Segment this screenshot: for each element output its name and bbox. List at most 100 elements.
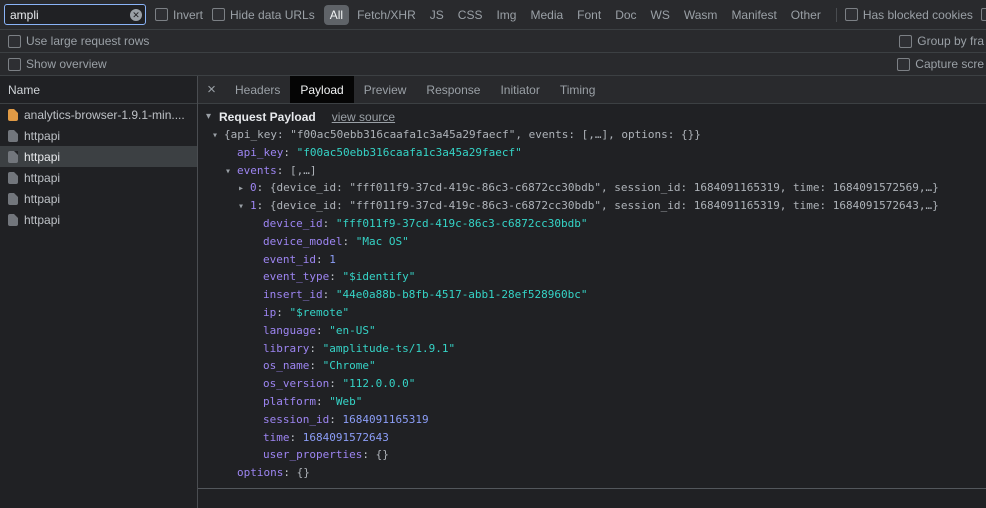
token-v: {api_key: "f00ac50ebb316caafa1c3a45a29fa… xyxy=(224,128,701,141)
request-row[interactable]: httpapi xyxy=(0,146,197,167)
clear-filter-icon[interactable]: ✕ xyxy=(130,8,142,21)
filter-chip-img[interactable]: Img xyxy=(490,5,522,25)
tab-timing[interactable]: Timing xyxy=(550,76,606,103)
token-s: "en-US" xyxy=(329,323,376,337)
token-p: : xyxy=(315,394,330,408)
filter-chip-wasm[interactable]: Wasm xyxy=(678,5,724,25)
request-row[interactable]: httpapi xyxy=(0,188,197,209)
request-payload-section: ▾ Request Payload view source ▾ {api_key:… xyxy=(198,104,986,489)
request-row[interactable]: analytics-browser-1.9.1-min.... xyxy=(0,104,197,125)
expanded-arrow-icon[interactable]: ▾ xyxy=(238,198,250,215)
collapsed-arrow-icon[interactable]: ▸ xyxy=(238,180,250,197)
filter-chip-manifest[interactable]: Manifest xyxy=(725,5,782,25)
toolbar-right-group: Has blocked cookies Blo xyxy=(835,7,986,22)
filter-chip-other[interactable]: Other xyxy=(785,5,827,25)
token-k: device_id xyxy=(263,216,323,230)
token-v: {device_id: "fff011f9-37cd-419c-86c3-c68… xyxy=(269,199,939,213)
payload-panel: ▾ Request Payload view source ▾ {api_key:… xyxy=(198,104,986,508)
group-by-frame-checkbox[interactable] xyxy=(899,34,913,48)
tree-line[interactable]: api_key: "f00ac50ebb316caafa1c3a45a29fae… xyxy=(198,144,986,162)
token-n: 1 xyxy=(329,252,336,266)
tree-line[interactable]: ▾ {api_key: "f00ac50ebb316caafa1c3a45a29f… xyxy=(198,126,986,144)
capture-screenshots-checkbox[interactable] xyxy=(897,57,911,71)
filter-input[interactable] xyxy=(10,7,127,22)
tab-response[interactable]: Response xyxy=(416,76,490,103)
tab-preview[interactable]: Preview xyxy=(354,76,417,103)
tree-line[interactable]: event_id: 1 xyxy=(198,251,986,269)
tab-headers[interactable]: Headers xyxy=(225,76,290,103)
tree-line[interactable]: language: "en-US" xyxy=(198,322,986,340)
invert-checkbox[interactable] xyxy=(155,8,168,21)
show-overview-toggle[interactable]: Show overview xyxy=(8,57,107,71)
token-p: : xyxy=(276,305,290,319)
tree-line[interactable]: ip: "$remote" xyxy=(198,304,986,322)
tree-line[interactable]: library: "amplitude-ts/1.9.1" xyxy=(198,340,986,358)
token-s: "$identify" xyxy=(342,270,416,284)
tab-initiator[interactable]: Initiator xyxy=(490,76,549,103)
filter-chip-css[interactable]: CSS xyxy=(452,5,489,25)
toolbar-divider xyxy=(835,7,837,22)
filter-chip-js[interactable]: JS xyxy=(424,5,450,25)
use-large-rows-checkbox[interactable] xyxy=(8,34,21,48)
tree-line[interactable]: session_id: 1684091165319 xyxy=(198,411,986,429)
invert-filter-toggle[interactable]: Invert xyxy=(155,8,203,22)
tree-line[interactable]: event_type: "$identify" xyxy=(198,268,986,286)
filter-chip-ws[interactable]: WS xyxy=(645,5,676,25)
has-blocked-cookies-toggle[interactable]: Has blocked cookies xyxy=(844,8,973,22)
token-p: : xyxy=(322,216,336,230)
token-v: {} xyxy=(296,466,310,480)
expanded-arrow-icon[interactable]: ▾ xyxy=(225,163,237,180)
filter-chip-all[interactable]: All xyxy=(323,4,350,25)
request-row[interactable]: httpapi xyxy=(0,209,197,230)
payload-tree: ▾ {api_key: "f00ac50ebb316caafa1c3a45a29f… xyxy=(198,126,986,482)
section-expanded-arrow-icon[interactable]: ▾ xyxy=(206,111,219,122)
use-large-rows-toggle[interactable]: Use large request rows xyxy=(8,34,149,48)
view-source-link[interactable]: view source xyxy=(332,110,395,124)
token-v: {} xyxy=(375,448,389,462)
hide-data-urls-toggle[interactable]: Hide data URLs xyxy=(212,8,315,22)
tree-line[interactable]: os_version: "112.0.0.0" xyxy=(198,375,986,393)
tree-line[interactable]: options: {} xyxy=(198,464,986,482)
show-overview-checkbox[interactable] xyxy=(8,57,21,71)
token-v: {device_id: "fff011f9-37cd-419c-86c3-c68… xyxy=(269,181,939,195)
tree-line[interactable]: device_model: "Mac OS" xyxy=(198,233,986,251)
capture-screenshots-toggle[interactable]: Capture scre xyxy=(897,57,984,71)
network-main-area: Name analytics-browser-1.9.1-min.... http… xyxy=(0,76,986,508)
tree-line[interactable]: ▾ 1: {device_id: "fff011f9-37cd-419c-86c3… xyxy=(198,197,986,215)
tree-line[interactable]: ▾ events: [,…] xyxy=(198,162,986,180)
tree-line[interactable]: device_id: "fff011f9-37cd-419c-86c3-c687… xyxy=(198,215,986,233)
token-n: 1684091572643 xyxy=(302,430,389,444)
tree-line[interactable]: user_properties: {} xyxy=(198,446,986,464)
request-payload-header: ▾ Request Payload view source xyxy=(198,107,986,126)
filter-chip-font[interactable]: Font xyxy=(571,5,607,25)
token-p: : xyxy=(342,234,356,248)
close-detail-button[interactable]: × xyxy=(198,76,225,103)
filter-chip-fetch-xhr[interactable]: Fetch/XHR xyxy=(351,5,422,25)
filter-chip-media[interactable]: Media xyxy=(524,5,569,25)
token-k: ip xyxy=(263,305,277,319)
tree-line[interactable]: insert_id: "44e0a88b-b8fb-4517-abb1-28ef… xyxy=(198,286,986,304)
request-row[interactable]: httpapi xyxy=(0,167,197,188)
tab-payload[interactable]: Payload xyxy=(290,76,354,103)
tree-line[interactable]: ▸ 0: {device_id: "fff011f9-37cd-419c-86c3… xyxy=(198,179,986,197)
has-blocked-cookies-checkbox[interactable] xyxy=(844,8,858,21)
token-k: platform xyxy=(263,394,316,408)
blocked-requests-toggle[interactable]: Blo xyxy=(980,8,986,22)
toolbar-row-large-rows: Use large request rows Group by fra xyxy=(0,30,986,53)
token-p: : xyxy=(283,466,297,480)
blocked-requests-checkbox[interactable] xyxy=(980,8,986,21)
tree-line[interactable]: os_name: "Chrome" xyxy=(198,357,986,375)
token-p: : xyxy=(329,270,343,284)
expanded-arrow-icon[interactable]: ▾ xyxy=(212,127,224,144)
toolbar-row-overview: Show overview Capture scre xyxy=(0,53,986,76)
token-p: : xyxy=(329,412,343,426)
hide-data-urls-checkbox[interactable] xyxy=(212,8,226,21)
tree-line[interactable]: platform: "Web" xyxy=(198,393,986,411)
request-row[interactable]: httpapi xyxy=(0,125,197,146)
document-file-icon xyxy=(8,213,18,226)
group-by-frame-toggle[interactable]: Group by fra xyxy=(899,34,984,48)
name-column-header[interactable]: Name xyxy=(0,76,197,104)
token-k: os_name xyxy=(263,359,310,373)
filter-chip-doc[interactable]: Doc xyxy=(609,5,642,25)
tree-line[interactable]: time: 1684091572643 xyxy=(198,429,986,447)
